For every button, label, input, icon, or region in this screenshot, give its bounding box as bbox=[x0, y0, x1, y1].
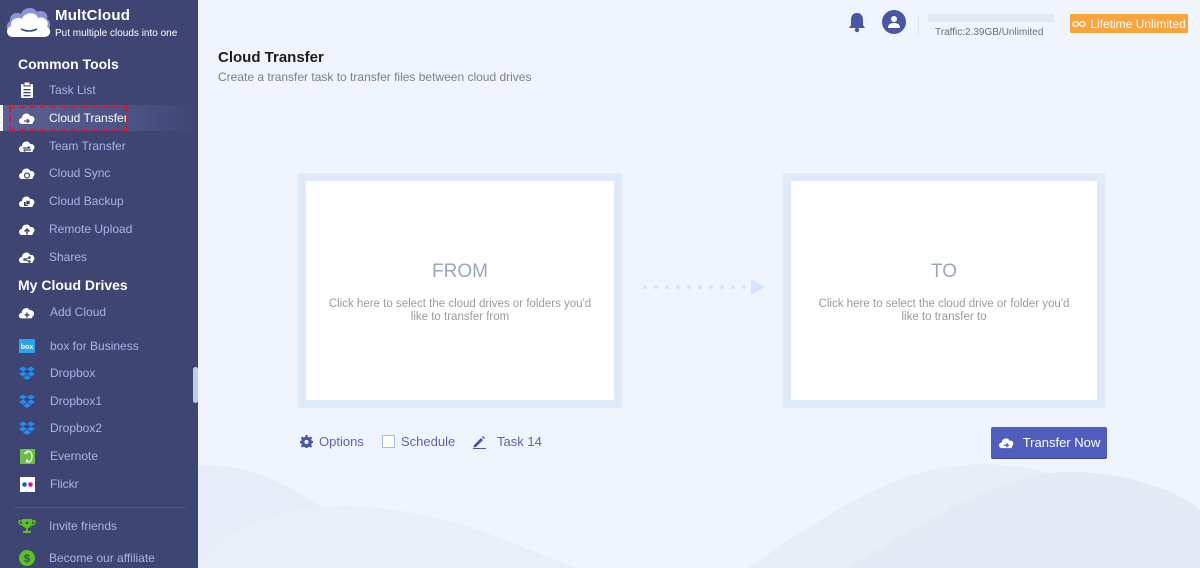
plan-label: Lifetime Unlimited bbox=[1090, 16, 1186, 31]
sidebar-item-cloud-backup[interactable]: Cloud Backup bbox=[0, 188, 198, 214]
sidebar-item-invite-friends[interactable]: Invite friends bbox=[0, 513, 198, 539]
sidebar: MultCloud Put multiple clouds into one C… bbox=[0, 0, 198, 568]
drive-item-flickr[interactable]: Flickr bbox=[0, 471, 198, 497]
team-transfer-icon bbox=[18, 137, 36, 155]
active-indicator bbox=[0, 105, 3, 131]
sidebar-item-label: Team Transfer bbox=[49, 139, 126, 153]
box-icon: box bbox=[18, 337, 36, 355]
dropbox-icon bbox=[18, 364, 36, 382]
svg-text:box: box bbox=[21, 344, 34, 351]
brand-tagline: Put multiple clouds into one bbox=[55, 28, 178, 39]
multcloud-logo-icon bbox=[6, 8, 51, 37]
share-icon bbox=[18, 248, 36, 266]
drive-item-dropbox1[interactable]: Dropbox1 bbox=[0, 388, 198, 414]
add-cloud-label: Add Cloud bbox=[50, 305, 107, 319]
pencil-icon bbox=[473, 435, 486, 449]
transfer-now-label: Transfer Now bbox=[1022, 435, 1101, 450]
to-panel[interactable]: TO Click here to select the cloud drive … bbox=[783, 173, 1105, 408]
sidebar-item-cloud-sync[interactable]: Cloud Sync bbox=[0, 160, 198, 186]
sidebar-item-shares[interactable]: Shares bbox=[0, 244, 198, 270]
drive-label: Flickr bbox=[50, 477, 79, 491]
schedule-label: Schedule bbox=[401, 434, 456, 449]
task-name-field[interactable]: Task 14 bbox=[472, 434, 542, 449]
dropbox-icon bbox=[18, 392, 36, 410]
drive-label: Evernote bbox=[50, 449, 99, 463]
add-cloud-button[interactable]: Add Cloud bbox=[0, 299, 198, 325]
sidebar-item-task-list[interactable]: Task List bbox=[0, 77, 198, 103]
drive-label: Dropbox2 bbox=[50, 421, 103, 435]
background-waves bbox=[198, 464, 1200, 568]
cloud-backup-icon bbox=[18, 192, 36, 210]
sidebar-divider bbox=[14, 507, 186, 508]
page-title: Cloud Transfer bbox=[218, 49, 324, 66]
sidebar-item-team-transfer[interactable]: Team Transfer bbox=[0, 133, 198, 159]
my-cloud-drives-title: My Cloud Drives bbox=[18, 277, 128, 293]
sidebar-item-label: Shares bbox=[49, 250, 88, 264]
from-title: FROM bbox=[432, 261, 488, 282]
svg-text:$: $ bbox=[24, 553, 30, 565]
drive-item-box-for-business[interactable]: box box for Business bbox=[0, 333, 198, 359]
drive-item-evernote[interactable]: Evernote bbox=[0, 443, 198, 469]
remote-upload-icon bbox=[18, 220, 36, 238]
sidebar-item-remote-upload[interactable]: Remote Upload bbox=[0, 216, 198, 242]
sidebar-item-label: Cloud Sync bbox=[49, 166, 111, 180]
dollar-icon: $ bbox=[18, 549, 36, 567]
lifetime-unlimited-button[interactable]: Lifetime Unlimited bbox=[1070, 14, 1188, 33]
sidebar-item-become-affiliate[interactable]: $ Become our affiliate bbox=[0, 545, 198, 568]
from-panel[interactable]: FROM Click here to select the cloud driv… bbox=[298, 173, 622, 408]
options-label: Options bbox=[319, 434, 364, 449]
traffic-progress-bar bbox=[928, 14, 1054, 22]
sidebar-item-label: Remote Upload bbox=[49, 222, 133, 236]
drive-item-dropbox2[interactable]: Dropbox2 bbox=[0, 415, 198, 441]
drive-label: Dropbox1 bbox=[50, 394, 103, 408]
logo[interactable]: MultCloud Put multiple clouds into one bbox=[0, 0, 198, 46]
dropbox-icon bbox=[18, 419, 36, 437]
sidebar-item-label: Invite friends bbox=[49, 519, 118, 533]
from-panel-inner: FROM Click here to select the cloud driv… bbox=[306, 181, 614, 400]
gear-icon bbox=[300, 435, 313, 448]
main-content: Traffic:2.39GB/Unlimited Lifetime Unlimi… bbox=[198, 0, 1200, 568]
drive-label: box for Business bbox=[50, 339, 139, 353]
sidebar-item-label: Cloud Backup bbox=[49, 194, 124, 208]
user-avatar[interactable] bbox=[882, 10, 906, 34]
sidebar-item-label: Task List bbox=[49, 83, 96, 97]
drive-item-dropbox[interactable]: Dropbox bbox=[0, 360, 198, 386]
to-panel-inner: TO Click here to select the cloud drive … bbox=[791, 181, 1097, 400]
add-cloud-icon bbox=[18, 303, 36, 321]
sidebar-item-label: Cloud Transfer bbox=[49, 111, 128, 125]
cloud-sync-icon bbox=[18, 164, 36, 182]
evernote-icon bbox=[18, 447, 36, 465]
transfer-now-button[interactable]: Transfer Now bbox=[991, 427, 1107, 458]
task-name: Task 14 bbox=[497, 434, 542, 449]
to-title: TO bbox=[930, 261, 958, 282]
cloud-transfer-icon bbox=[998, 438, 1014, 449]
cloud-transfer-icon bbox=[18, 109, 36, 127]
sidebar-item-label: Become our affiliate bbox=[49, 551, 155, 565]
flickr-icon bbox=[18, 475, 36, 493]
topbar-separator bbox=[918, 14, 919, 36]
clipboard-icon bbox=[18, 81, 36, 99]
transfer-arrow-icon bbox=[643, 279, 765, 295]
schedule-checkbox[interactable]: Schedule bbox=[382, 434, 455, 449]
page-subtitle: Create a transfer task to transfer files… bbox=[218, 70, 532, 84]
checkbox[interactable] bbox=[382, 435, 395, 448]
to-description: Click here to select the cloud drive or … bbox=[818, 298, 1070, 323]
traffic-text: Traffic:2.39GB/Unlimited bbox=[935, 27, 1044, 38]
infinity-icon bbox=[1072, 20, 1086, 27]
from-description: Click here to select the cloud drives or… bbox=[328, 298, 592, 323]
brand-name: MultCloud bbox=[55, 7, 131, 24]
options-button[interactable]: Options bbox=[300, 434, 364, 449]
drive-label: Dropbox bbox=[50, 366, 96, 380]
user-icon bbox=[888, 16, 900, 28]
notification-bell-icon[interactable] bbox=[846, 11, 868, 33]
trophy-icon bbox=[18, 517, 36, 535]
common-tools-title: Common Tools bbox=[18, 56, 119, 72]
sidebar-item-cloud-transfer[interactable]: Cloud Transfer bbox=[0, 105, 198, 131]
